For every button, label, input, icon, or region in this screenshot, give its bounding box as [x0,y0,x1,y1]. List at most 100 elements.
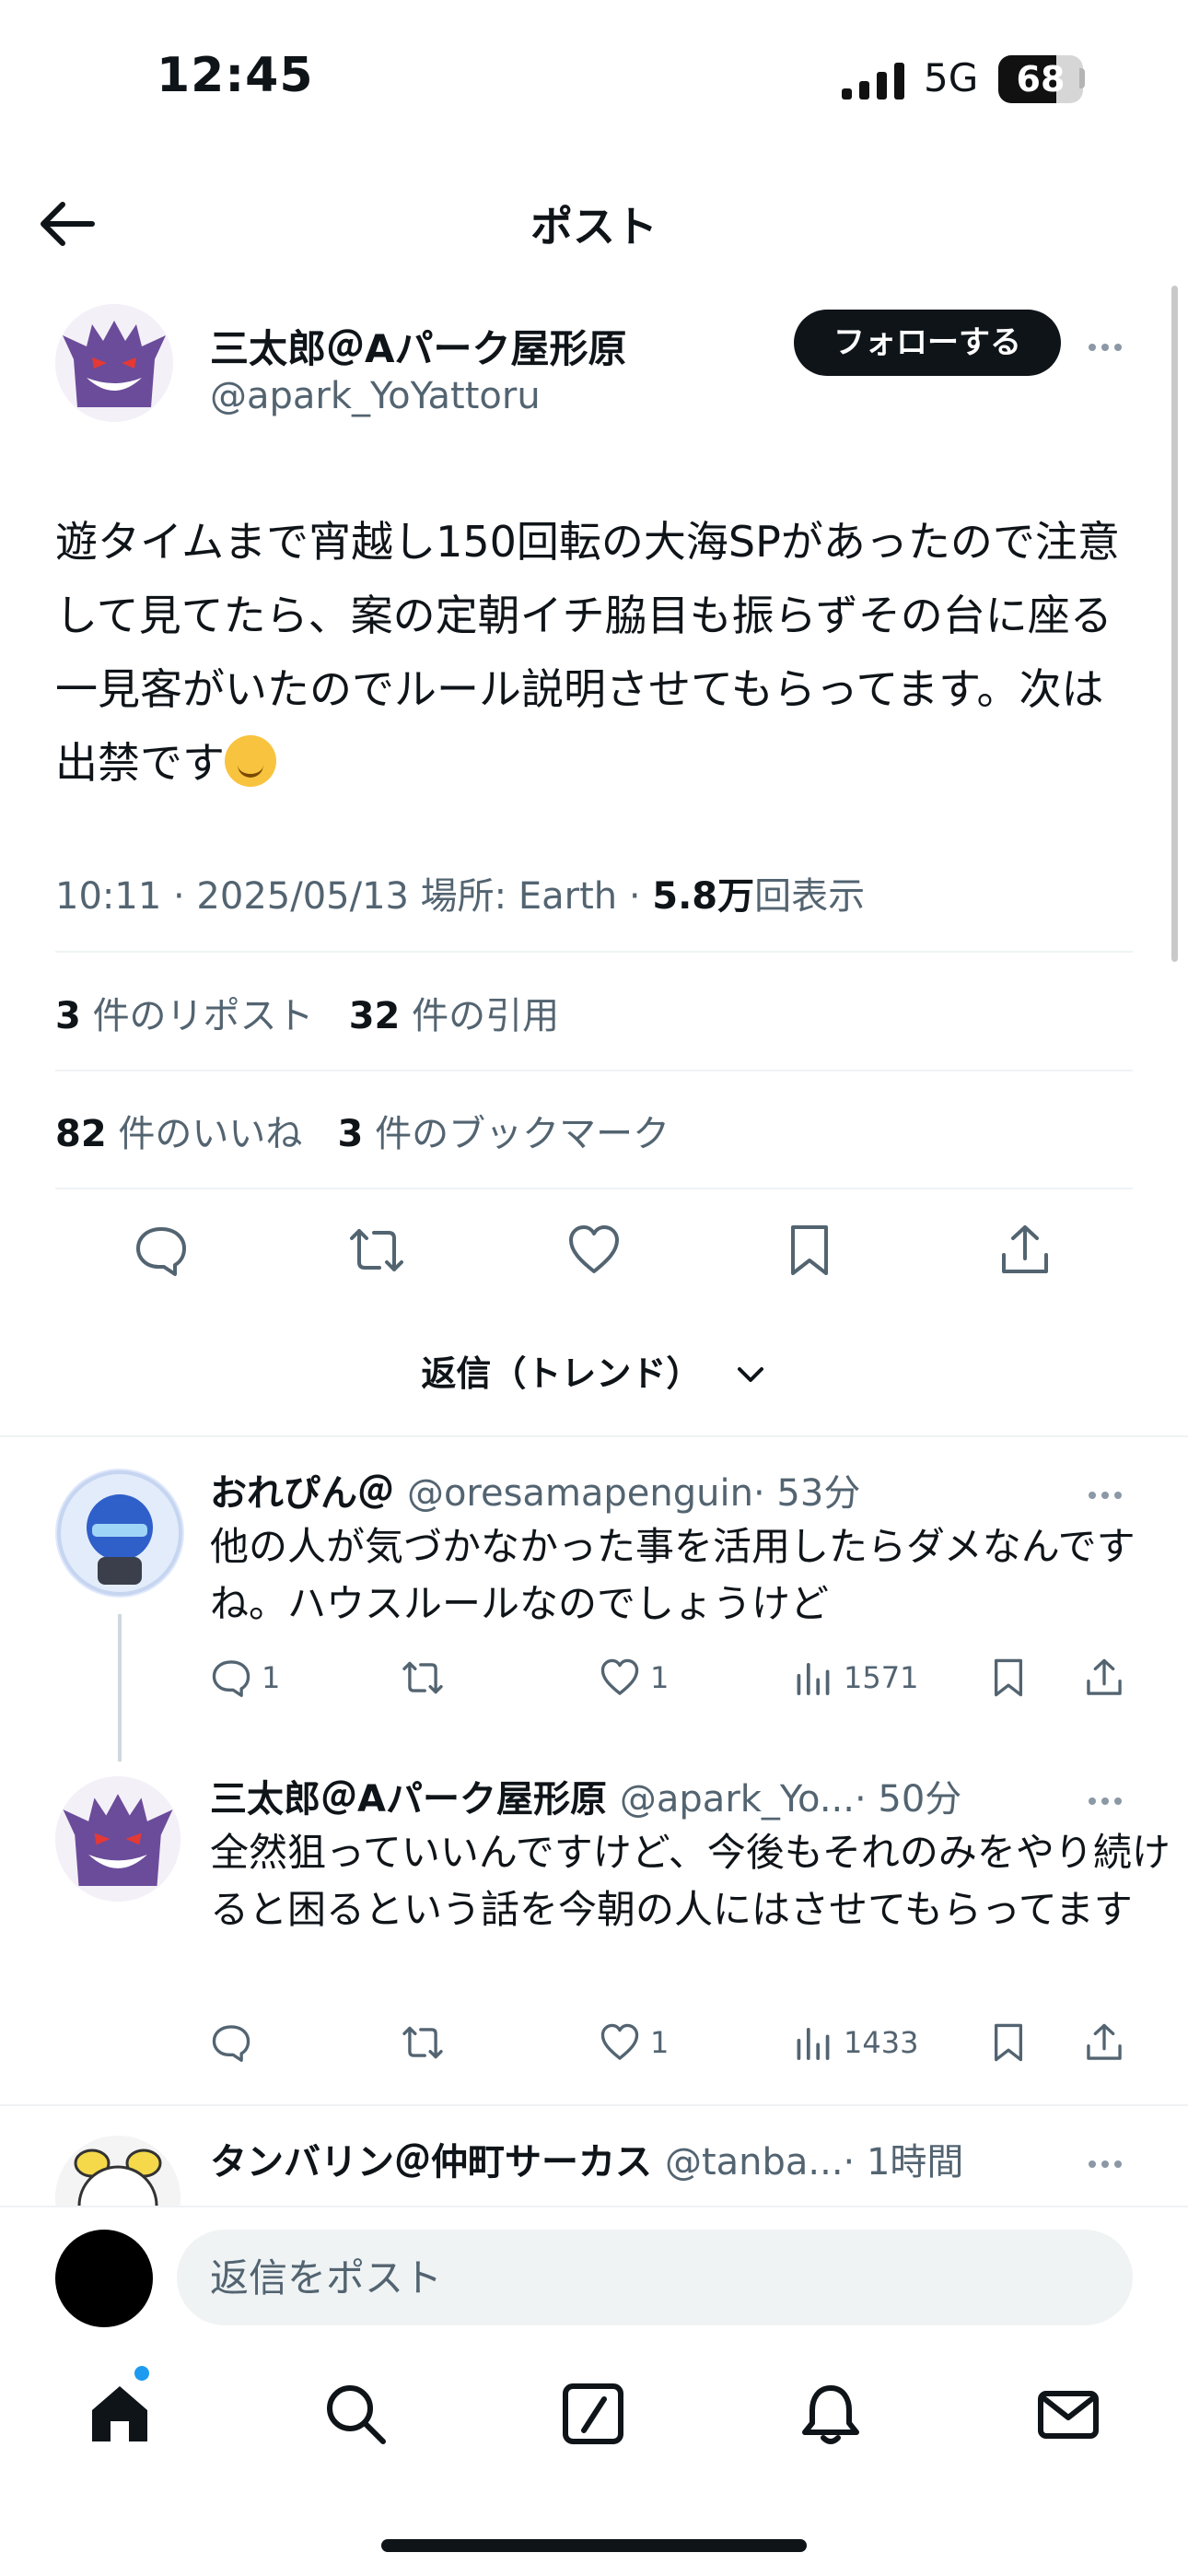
reply-author-name[interactable]: おれぴん＠ [210,1472,394,1515]
view-count: 5.8万 [652,875,755,918]
smiling-emoji-icon [225,735,276,787]
bookmark-icon[interactable] [987,1657,1030,1699]
author-name[interactable]: 三太郎＠Aパーク屋形原 [210,318,627,374]
status-time: 12:45 [157,48,314,103]
reply-text: 他の人が気づかなかった事を活用したらダメなんですね。ハウスルールなのでしょうけど [210,1524,1136,1626]
share-icon[interactable] [996,1222,1054,1279]
like-bookmark-stats: 82 件のいいね 3 件のブックマーク [55,1104,670,1157]
reply-sort-label: 返信（トレンド） [421,1353,702,1394]
mail-icon[interactable] [1035,2381,1101,2447]
retweet-button[interactable] [402,1657,453,1699]
likes-count: 82 [55,1113,107,1155]
follow-button[interactable]: フォローする [794,310,1061,376]
thread-line [118,1614,122,1762]
compose-icon[interactable] [560,2381,626,2447]
divider [0,1435,1188,1437]
reply-author-handle[interactable]: @apark_Yo... [620,1778,855,1821]
reply-button[interactable] [210,2021,262,2064]
more-icon[interactable] [1089,1485,1129,1499]
reply-avatar[interactable] [55,1469,184,1598]
like-button[interactable]: 1 [599,1657,669,1699]
search-icon[interactable] [322,2381,389,2447]
my-avatar[interactable] [55,2230,153,2327]
like-icon [600,2023,639,2060]
reply-header: おれぴん＠ @oresamapenguin· 53分 [210,1463,860,1516]
bookmark-icon[interactable] [987,2021,1030,2064]
reply-icon [212,1660,250,1697]
views-icon [797,1663,830,1695]
reply-author-name[interactable]: タンバリン＠仲町サーカス [210,2141,652,2184]
quotes-stat[interactable]: 32 件の引用 [349,995,559,1037]
battery-tip [1079,68,1085,88]
divider [55,1188,1133,1189]
post-body: 遊タイムまで宵越し150回転の大海SPがあったので注意して見てたら、案の定朝イチ… [55,517,1120,788]
reply-header: 三太郎＠Aパーク屋形原 @apark_Yo...· 50分 [210,1769,961,1822]
like-icon[interactable] [565,1222,623,1279]
reposts-label: 件のリポスト [92,995,314,1037]
reply-icon[interactable] [133,1222,190,1279]
reposts-count: 3 [55,995,81,1037]
reply-sort-selector[interactable]: 返信（トレンド） [0,1345,1188,1396]
retweet-icon[interactable] [348,1222,405,1279]
like-icon [600,1658,639,1695]
battery-percent: 68 [1016,59,1066,100]
bookmark-icon[interactable] [781,1222,838,1279]
view-count: 1433 [844,2025,919,2060]
bookmarks-label: 件のブックマーク [375,1113,670,1155]
reply-icon [212,2025,250,2062]
bell-icon[interactable] [798,2381,864,2447]
bookmarks-stat[interactable]: 3 件のブックマーク [338,1113,670,1155]
views-icon [797,2028,830,2060]
reply-author-name[interactable]: 三太郎＠Aパーク屋形原 [210,1778,607,1821]
reply-input[interactable] [177,2230,1133,2325]
reply-time: · 1時間 [843,2141,964,2184]
network-type: 5G [924,55,979,100]
divider [0,2104,1188,2106]
like-button[interactable]: 1 [599,2021,669,2064]
reply-button[interactable]: 1 [210,1657,280,1699]
like-count: 1 [650,1660,670,1695]
page-title: ポスト [530,202,658,252]
reply-author-handle[interactable]: @tanba... [665,2141,844,2184]
share-icon[interactable] [1083,1657,1125,1699]
likes-stat[interactable]: 82 件のいいね [55,1113,302,1155]
divider [55,951,1133,953]
more-icon[interactable] [1089,1791,1129,1805]
divider [55,1070,1133,1071]
more-icon[interactable] [1089,337,1129,351]
view-label: 回表示 [754,875,866,918]
retweet-button[interactable] [402,2021,453,2064]
reply-avatar[interactable] [55,1776,181,1902]
likes-label: 件のいいね [118,1113,303,1155]
cellular-signal-icon [842,63,904,100]
reposts-stat[interactable]: 3 件のリポスト [55,995,314,1037]
author-handle[interactable]: @apark_YoYattoru [210,375,541,417]
notification-dot [134,2366,149,2381]
reply-author-handle[interactable]: @oresamapenguin [407,1472,753,1515]
scrollbar[interactable] [1171,286,1178,962]
author-avatar[interactable] [55,304,173,422]
reply-header: タンバリン＠仲町サーカス @tanba...· 1時間 [210,2132,963,2185]
quotes-count: 32 [348,995,401,1037]
quotes-label: 件の引用 [412,995,560,1037]
retweet-icon [402,2026,443,2059]
post-timestamp-location: 10:11 · 2025/05/13 場所: Earth · [55,875,653,918]
chevron-down-icon [737,1367,763,1382]
views-button[interactable]: 1433 [792,2021,918,2064]
like-count: 1 [650,2025,670,2060]
share-icon[interactable] [1083,2021,1125,2064]
view-count: 1571 [844,1660,919,1695]
reply-count: 1 [262,1660,281,1695]
post-meta: 10:11 · 2025/05/13 場所: Earth · 5.8万回表示 [55,866,865,919]
retweet-icon [402,1661,443,1694]
views-button[interactable]: 1571 [792,1657,918,1699]
home-icon[interactable] [87,2381,153,2447]
reply-text: 全然狙っていいんですけど、今後もそれのみをやり続けると困るという話を今朝の人には… [210,1830,1171,1932]
more-icon[interactable] [1089,2154,1129,2168]
reply-time: · 53分 [752,1472,861,1515]
battery-indicator: 68 [998,55,1083,103]
home-indicator[interactable] [381,2539,807,2552]
post-text: 遊タイムまで宵越し150回転の大海SPがあったので注意して見てたら、案の定朝イチ… [55,505,1142,800]
bookmarks-count: 3 [337,1113,364,1155]
repost-quote-stats: 3 件のリポスト 32 件の引用 [55,986,559,1039]
